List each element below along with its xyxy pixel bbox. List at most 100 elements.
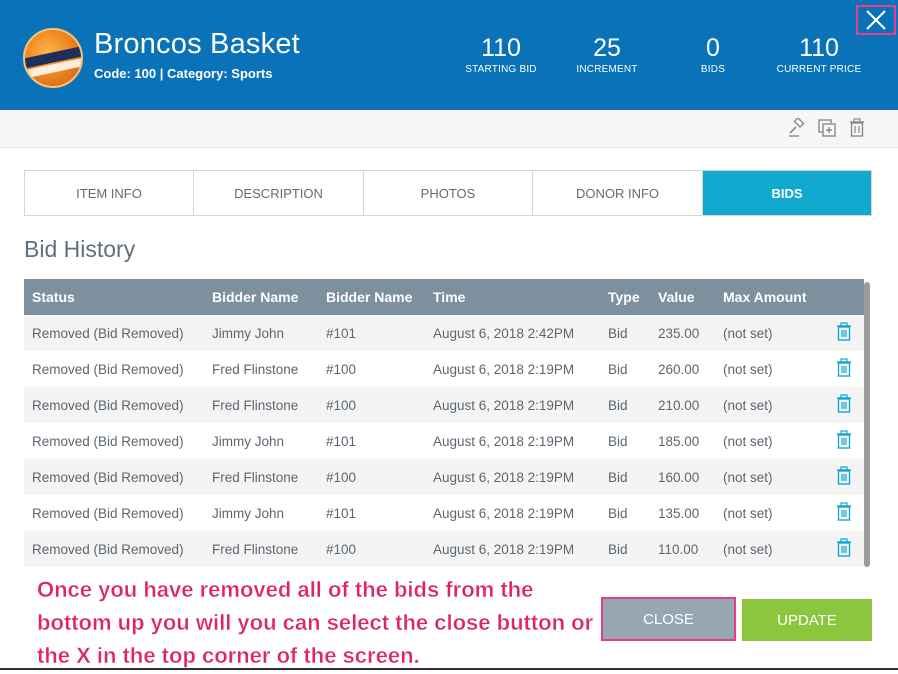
delete-bid-cell	[824, 315, 864, 351]
item-header: Broncos Basket Code: 100 | Category: Spo…	[0, 0, 898, 110]
bid-history-table: Status Bidder Name Bidder Name Time Type…	[24, 279, 864, 567]
type-cell: Bid	[608, 397, 628, 413]
table-row: Removed (Bid Removed) Jimmy John #101 Augus…	[24, 423, 864, 459]
tab-item-info[interactable]: ITEM INFO	[25, 171, 194, 215]
bidder-number-cell: #101	[326, 433, 357, 449]
status-cell: Removed (Bid Removed)	[32, 469, 184, 485]
value-cell: 260.00	[658, 361, 700, 377]
item-title: Broncos Basket	[94, 28, 300, 60]
table-scrollbar[interactable]	[864, 282, 870, 567]
tab-bids[interactable]: BIDS	[703, 171, 871, 215]
time-cell: August 6, 2018 2:19PM	[433, 505, 575, 521]
value-cell: 210.00	[658, 397, 700, 413]
value-cell: 110.00	[658, 541, 699, 557]
bidder-number-cell: #100	[326, 469, 357, 485]
column-header-actions	[824, 279, 864, 315]
tab-description[interactable]: DESCRIPTION	[194, 171, 364, 215]
close-button[interactable]: CLOSE	[601, 597, 736, 641]
column-header: Value	[658, 289, 695, 305]
column-header: Time	[433, 289, 466, 305]
table-row: Removed (Bid Removed) Fred Flinstone #100 A…	[24, 351, 864, 387]
instruction-annotation: Once you have removed all of the bids fr…	[37, 577, 594, 668]
tab-donor-info[interactable]: DONOR INFO	[533, 171, 703, 215]
bidder-name-cell: Fred Flinstone	[212, 469, 299, 485]
table-row: Removed (Bid Removed) Fred Flinstone #100 A…	[24, 531, 864, 567]
bidder-name-cell: Fred Flinstone	[212, 361, 299, 377]
delete-bid-cell	[824, 351, 864, 387]
time-cell: August 6, 2018 2:19PM	[433, 361, 575, 377]
column-header: Type	[608, 289, 640, 305]
duplicate-icon[interactable]	[816, 117, 838, 139]
close-x-button[interactable]	[856, 5, 896, 35]
bidder-name-cell: Jimmy John	[212, 325, 285, 341]
max-amount-cell: (not set)	[723, 433, 773, 449]
stat-label: INCREMENT	[576, 64, 638, 75]
stat-value: 25	[593, 34, 621, 62]
tab-photos[interactable]: PHOTOS	[364, 171, 533, 215]
window-bottom-border	[0, 668, 898, 670]
status-cell: Removed (Bid Removed)	[32, 433, 184, 449]
trash-icon[interactable]	[836, 466, 852, 488]
trash-icon[interactable]	[836, 358, 852, 380]
max-amount-cell: (not set)	[723, 361, 773, 377]
bidder-number-cell: #100	[326, 397, 357, 413]
delete-bid-cell	[824, 495, 864, 531]
trash-icon[interactable]	[836, 538, 852, 560]
delete-bid-cell	[824, 387, 864, 423]
max-amount-cell: (not set)	[723, 541, 773, 557]
max-amount-cell: (not set)	[723, 505, 773, 521]
stat-value: 0	[706, 34, 720, 62]
time-cell: August 6, 2018 2:19PM	[433, 397, 575, 413]
stat-value: 110	[799, 34, 839, 62]
stat-label: BIDS	[700, 64, 726, 75]
column-header: Bidder Name	[212, 289, 299, 305]
bidder-name-cell: Fred Flinstone	[212, 397, 299, 413]
item-tabs: ITEM INFO DESCRIPTION PHOTOS DONOR INFO …	[24, 170, 872, 216]
table-row: Removed (Bid Removed) Jimmy John #101 Augus…	[24, 315, 864, 351]
trash-icon[interactable]	[836, 430, 852, 452]
bid-history-table-container: Status Bidder Name Bidder Name Time Type…	[24, 279, 864, 569]
bid-rows: Removed (Bid Removed) Jimmy John #101 Augus…	[24, 315, 864, 567]
trash-icon[interactable]	[846, 117, 868, 139]
bidder-number-cell: #101	[326, 505, 357, 521]
section-title: Bid History	[24, 236, 136, 262]
bidder-name-cell: Fred Flinstone	[212, 541, 299, 557]
trash-icon[interactable]	[836, 502, 852, 524]
table-header-row: Status Bidder Name Bidder Name Time Type…	[24, 279, 864, 315]
table-row: Removed (Bid Removed) Jimmy John #101 Augus…	[24, 495, 864, 531]
delete-bid-cell	[824, 423, 864, 459]
stat-starting-bid: 110 STARTING BID	[446, 34, 556, 75]
value-cell: 235.00	[658, 325, 700, 341]
time-cell: August 6, 2018 2:19PM	[433, 469, 575, 485]
status-cell: Removed (Bid Removed)	[32, 505, 184, 521]
status-cell: Removed (Bid Removed)	[32, 325, 184, 341]
trash-icon[interactable]	[836, 394, 852, 416]
stat-increment: 25 INCREMENT	[552, 34, 662, 75]
table-row: Removed (Bid Removed) Fred Flinstone #100 A…	[24, 387, 864, 423]
bidder-number-cell: #100	[326, 361, 357, 377]
value-cell: 185.00	[658, 433, 700, 449]
stat-label: STARTING BID	[465, 64, 537, 75]
time-cell: August 6, 2018 2:19PM	[433, 433, 575, 449]
type-cell: Bid	[608, 541, 628, 557]
item-avatar	[23, 28, 83, 88]
status-cell: Removed (Bid Removed)	[32, 361, 184, 377]
item-toolbar	[0, 110, 898, 148]
max-amount-cell: (not set)	[723, 469, 773, 485]
max-amount-cell: (not set)	[723, 397, 773, 413]
type-cell: Bid	[608, 433, 628, 449]
type-cell: Bid	[608, 505, 628, 521]
close-icon	[866, 10, 886, 30]
stat-label: CURRENT PRICE	[776, 64, 862, 75]
value-cell: 135.00	[658, 505, 700, 521]
type-cell: Bid	[608, 361, 628, 377]
update-button[interactable]: UPDATE	[742, 599, 872, 641]
table-row: Removed (Bid Removed) Fred Flinstone #100 A…	[24, 459, 864, 495]
column-header: Max Amount	[723, 289, 807, 305]
trash-icon[interactable]	[836, 322, 852, 344]
status-cell: Removed (Bid Removed)	[32, 397, 184, 413]
stat-bids: 0 BIDS	[658, 34, 768, 75]
delete-bid-cell	[824, 531, 864, 567]
gavel-icon[interactable]	[786, 117, 808, 139]
type-cell: Bid	[608, 325, 628, 341]
